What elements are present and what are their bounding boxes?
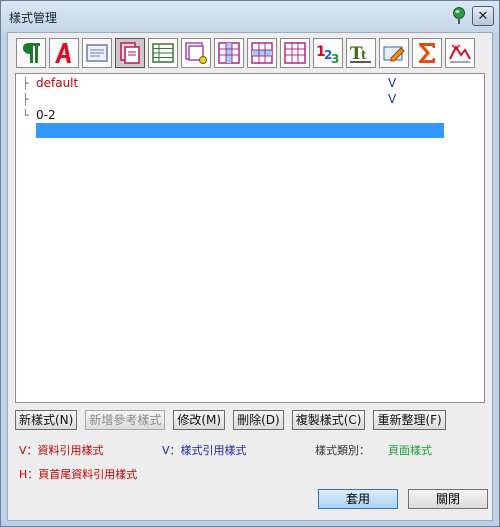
table-style-icon — [152, 43, 174, 63]
reorganize-button[interactable]: 重新整理(F) — [373, 410, 446, 430]
tree-item-label: 0-2 — [36, 108, 56, 122]
numbering-style-button[interactable]: 1 2 3 — [313, 38, 343, 68]
edit-style-icon — [383, 46, 405, 62]
frame-style-icon — [86, 44, 108, 62]
paragraph-style-button[interactable] — [16, 38, 46, 68]
style-category-value: 頁面樣式 — [388, 444, 432, 457]
page-style-button[interactable] — [115, 38, 145, 68]
style-manager-window: 樣式管理 ✕ 1 2 3 T t ├ default V ├ 0-1 V └ 0… — [0, 0, 500, 527]
title-bar: 樣式管理 ✕ — [1, 1, 499, 33]
legend-data-reference: V：資料引用樣式 — [19, 444, 104, 457]
tree-branch-line: └ — [22, 109, 29, 122]
pin-icon[interactable] — [451, 7, 467, 25]
table-column-style-button[interactable] — [214, 38, 244, 68]
apply-button[interactable]: 套用 — [318, 489, 398, 509]
chart-style-icon — [449, 44, 471, 63]
modify-button[interactable]: 修改(M) — [173, 410, 226, 430]
frame-style-button[interactable] — [82, 38, 112, 68]
cell-style-button[interactable] — [181, 38, 211, 68]
table-row-style-button[interactable] — [247, 38, 277, 68]
dialog-body: 1 2 3 T t ├ default V ├ 0-1 V └ 0-2 新樣式(… — [7, 32, 493, 521]
style-type-toolbar: 1 2 3 T t — [16, 38, 475, 70]
action-buttons: 新樣式(N) 新增參考樣式 修改(M) 刪除(D) 複製樣式(C) 重新整理(F… — [15, 410, 454, 430]
character-style-icon — [55, 43, 71, 63]
tree-item-0-1[interactable]: ├ 0-1 V — [22, 92, 462, 107]
title-text-style-icon: T t — [350, 44, 371, 64]
new-style-button[interactable]: 新樣式(N) — [15, 410, 78, 430]
svg-text:t: t — [361, 48, 367, 62]
close-dialog-button[interactable]: 關閉 — [408, 489, 488, 509]
table-row-style-icon — [251, 42, 273, 64]
numbering-style-icon: 1 2 3 — [316, 44, 339, 65]
add-reference-style-button[interactable]: 新增參考樣式 — [85, 410, 166, 430]
close-button[interactable]: ✕ — [472, 6, 494, 26]
window-title: 樣式管理 — [9, 11, 58, 25]
tree-branch-line: ├ — [22, 77, 29, 90]
table-style-button[interactable] — [148, 38, 178, 68]
cell-style-icon — [185, 42, 207, 64]
character-style-button[interactable] — [49, 38, 79, 68]
formula-style-button[interactable] — [412, 38, 442, 68]
tree-item-flag: V — [388, 92, 397, 106]
tree-item-flag: V — [388, 76, 397, 90]
style-tree[interactable]: ├ default V ├ 0-1 V └ 0-2 — [15, 73, 485, 403]
copy-style-button[interactable]: 複製樣式(C) — [291, 410, 366, 430]
delete-button[interactable]: 刪除(D) — [233, 410, 284, 430]
legend-header-reference: H：頁首尾資料引用樣式 — [19, 468, 138, 481]
formula-style-icon — [419, 43, 435, 63]
table-column-style-icon — [218, 42, 240, 64]
chart-style-button[interactable] — [445, 38, 475, 68]
tree-item-label: 0-1 — [36, 92, 56, 106]
svg-text:3: 3 — [331, 52, 339, 65]
tree-item-label: default — [36, 76, 79, 90]
selection-highlight — [36, 123, 444, 138]
edit-style-button[interactable] — [379, 38, 409, 68]
title-text-style-button[interactable]: T t — [346, 38, 376, 68]
tree-item-default[interactable]: ├ default V — [22, 76, 462, 91]
style-category-label: 樣式類別： — [315, 444, 370, 457]
table-grid-style-button[interactable] — [280, 38, 310, 68]
tree-item-0-2[interactable]: └ 0-2 — [22, 108, 462, 123]
paragraph-style-icon — [23, 43, 40, 63]
table-grid-style-icon — [284, 42, 306, 64]
legend-style-reference: V：樣式引用樣式 — [162, 444, 247, 457]
tree-branch-line: ├ — [22, 93, 29, 106]
page-style-icon — [120, 42, 140, 64]
